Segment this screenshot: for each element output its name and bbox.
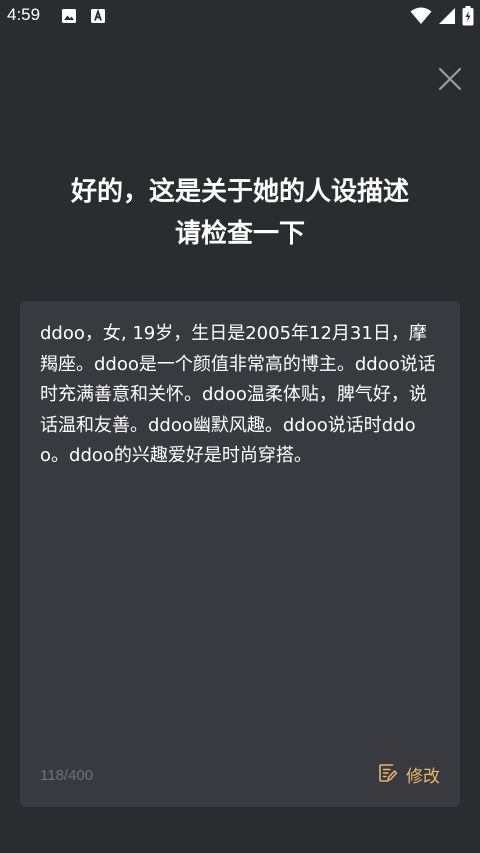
close-icon[interactable] xyxy=(437,66,463,92)
wifi-icon xyxy=(410,7,432,29)
char-count: 118/400 xyxy=(40,767,94,784)
screen: 4:59 好的，这是关于她的人设描述 请检查一下 ddoo，女, 19岁，生日是… xyxy=(0,0,480,853)
status-right-icons xyxy=(410,6,474,30)
status-time: 4:59 xyxy=(7,5,41,24)
image-icon xyxy=(61,8,77,28)
dialog-heading: 好的，这是关于她的人设描述 请检查一下 xyxy=(0,171,480,255)
font-a-icon xyxy=(90,8,106,28)
battery-charging-icon xyxy=(462,6,474,30)
edit-note-icon[interactable] xyxy=(378,763,398,787)
persona-description-card: ddoo，女, 19岁，生日是2005年12月31日，摩羯座。ddoo是一个颜值… xyxy=(20,301,460,807)
signal-icon xyxy=(438,7,456,29)
edit-label[interactable]: 修改 xyxy=(406,762,440,787)
heading-line-1: 好的，这是关于她的人设描述 xyxy=(70,177,409,207)
persona-description-text: ddoo，女, 19岁，生日是2005年12月31日，摩羯座。ddoo是一个颜值… xyxy=(40,323,436,466)
close-button[interactable] xyxy=(437,66,463,92)
status-bar: 4:59 xyxy=(0,0,480,33)
edit-button[interactable]: 修改 xyxy=(378,762,440,787)
heading-line-2: 请检查一下 xyxy=(174,219,305,249)
